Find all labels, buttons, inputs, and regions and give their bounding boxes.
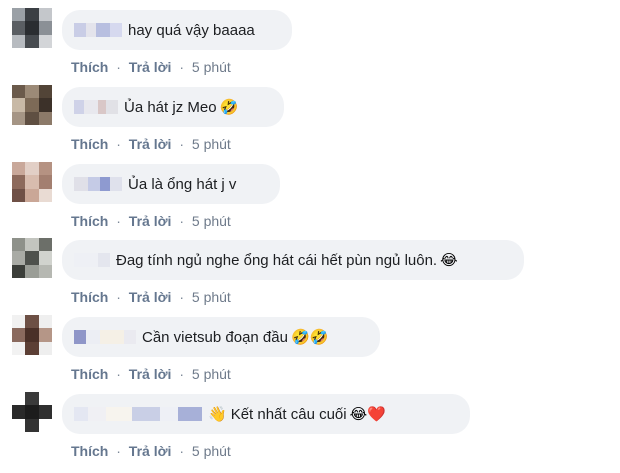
comment-actions: Thích · Trả lời · 5 phút — [71, 213, 231, 229]
like-link[interactable]: Thích — [71, 289, 108, 305]
avatar[interactable] — [12, 85, 52, 125]
separator: · — [116, 213, 121, 229]
author-name-blurred[interactable] — [74, 23, 122, 37]
comment-text: Ủa là ổng hát j v — [128, 175, 237, 193]
author-name-blurred[interactable] — [74, 407, 202, 421]
comment-text: Cần vietsub đoạn đầu — [142, 328, 288, 346]
reply-link[interactable]: Trả lời — [129, 136, 172, 152]
comment-text: Kết nhất câu cuối — [230, 405, 347, 423]
timestamp[interactable]: 5 phút — [192, 213, 231, 229]
avatar[interactable] — [12, 162, 52, 202]
avatar[interactable] — [12, 238, 52, 278]
comment: 👋 Kết nhất câu cuối 😂❤️ Thích · Trả lời … — [0, 392, 620, 468]
comment-bubble: 👋 Kết nhất câu cuối 😂❤️ — [62, 394, 470, 434]
like-link[interactable]: Thích — [71, 443, 108, 459]
timestamp[interactable]: 5 phút — [192, 366, 231, 382]
like-link[interactable]: Thích — [71, 136, 108, 152]
separator: · — [116, 289, 121, 305]
like-link[interactable]: Thích — [71, 213, 108, 229]
comment-bubble: Đag tính ngủ nghe ổng hát cái hết pùn ng… — [62, 240, 524, 280]
comment-actions: Thích · Trả lời · 5 phút — [71, 289, 231, 305]
avatar[interactable] — [12, 392, 52, 432]
separator: · — [116, 366, 121, 382]
separator: · — [116, 59, 121, 75]
comment-bubble: Ủa hát jz Meo 🤣 — [62, 87, 284, 127]
separator: · — [179, 289, 184, 305]
laughing-emoji: 🤣 — [219, 99, 239, 116]
comment-bubble: hay quá vậy baaaa — [62, 10, 292, 50]
like-link[interactable]: Thích — [71, 59, 108, 75]
comment-bubble: Cần vietsub đoạn đầu 🤣🤣 — [62, 317, 380, 357]
timestamp[interactable]: 5 phút — [192, 443, 231, 459]
tears-of-joy-heart-emoji: 😂❤️ — [349, 406, 386, 423]
separator: · — [116, 136, 121, 152]
like-link[interactable]: Thích — [71, 366, 108, 382]
timestamp[interactable]: 5 phút — [192, 59, 231, 75]
comment-actions: Thích · Trả lời · 5 phút — [71, 59, 231, 75]
tears-of-joy-emoji: 😂 — [440, 252, 458, 269]
author-name-blurred[interactable] — [74, 253, 110, 267]
laughing-emoji: 🤣🤣 — [290, 329, 329, 346]
comment-text: Đag tính ngủ nghe ổng hát cái hết pùn ng… — [116, 251, 438, 269]
reply-link[interactable]: Trả lời — [129, 289, 172, 305]
author-name-blurred[interactable] — [74, 330, 136, 344]
timestamp[interactable]: 5 phút — [192, 289, 231, 305]
separator: · — [116, 443, 121, 459]
reply-link[interactable]: Trả lời — [129, 59, 172, 75]
comment: Cần vietsub đoạn đầu 🤣🤣 Thích · Trả lời … — [0, 315, 620, 391]
comment-actions: Thích · Trả lời · 5 phút — [71, 443, 231, 459]
comment: hay quá vậy baaaa Thích · Trả lời · 5 ph… — [0, 8, 620, 84]
comment: Đag tính ngủ nghe ổng hát cái hết pùn ng… — [0, 238, 620, 314]
separator: · — [179, 213, 184, 229]
avatar[interactable] — [12, 8, 52, 48]
timestamp[interactable]: 5 phút — [192, 136, 231, 152]
separator: · — [179, 136, 184, 152]
waving-hand-emoji: 👋 — [208, 406, 227, 423]
comment-text: hay quá vậy baaaa — [128, 21, 255, 39]
comment: Ủa hát jz Meo 🤣 Thích · Trả lời · 5 phút — [0, 85, 620, 161]
comment: Ủa là ổng hát j v Thích · Trả lời · 5 ph… — [0, 162, 620, 238]
reply-link[interactable]: Trả lời — [129, 366, 172, 382]
separator: · — [179, 443, 184, 459]
comment-actions: Thích · Trả lời · 5 phút — [71, 366, 231, 382]
comment-bubble: Ủa là ổng hát j v — [62, 164, 280, 204]
avatar[interactable] — [12, 315, 52, 355]
comment-actions: Thích · Trả lời · 5 phút — [71, 136, 231, 152]
comment-text: Ủa hát jz Meo — [124, 98, 217, 116]
author-name-blurred[interactable] — [74, 100, 118, 114]
reply-link[interactable]: Trả lời — [129, 443, 172, 459]
author-name-blurred[interactable] — [74, 177, 122, 191]
reply-link[interactable]: Trả lời — [129, 213, 172, 229]
separator: · — [179, 59, 184, 75]
separator: · — [179, 366, 184, 382]
